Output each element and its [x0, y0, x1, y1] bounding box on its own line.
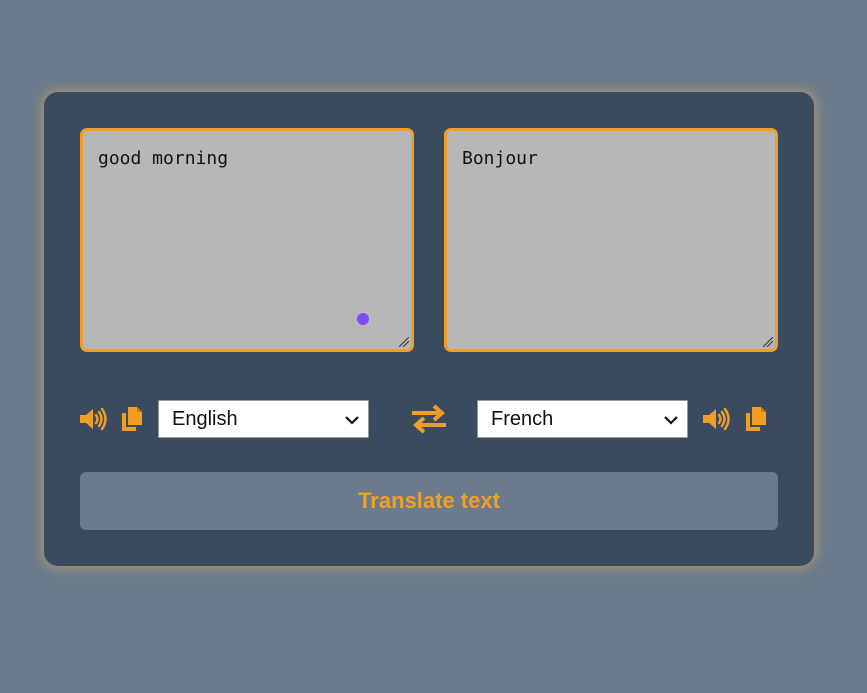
copy-icon: [746, 407, 766, 431]
source-speak-button[interactable]: [78, 404, 108, 434]
target-language-select[interactable]: French: [477, 400, 688, 438]
mouse-cursor-dot: [357, 313, 369, 325]
swap-languages-button[interactable]: [410, 404, 448, 434]
source-language-value: English: [172, 407, 238, 430]
source-language-select[interactable]: English: [158, 400, 369, 438]
resize-grip-icon[interactable]: [763, 337, 773, 347]
source-copy-button[interactable]: [117, 404, 147, 434]
target-text: Bonjour: [462, 148, 538, 169]
volume-icon: [80, 407, 107, 431]
translate-button[interactable]: Translate text: [80, 472, 778, 530]
exchange-icon: [412, 404, 446, 434]
volume-icon: [703, 407, 730, 431]
source-text: good morning: [98, 148, 229, 169]
chevron-down-icon: [664, 416, 678, 425]
chevron-down-icon: [345, 416, 359, 425]
target-language-value: French: [491, 407, 554, 430]
resize-grip-icon[interactable]: [399, 337, 409, 347]
language-controls: English French: [44, 400, 814, 438]
target-copy-button[interactable]: [741, 404, 771, 434]
translator-card: good morning Bonjour English French Tran…: [44, 92, 814, 566]
target-text-area[interactable]: Bonjour: [444, 128, 778, 352]
target-speak-button[interactable]: [701, 404, 731, 434]
translate-button-label: Translate text: [358, 488, 500, 513]
copy-icon: [122, 407, 142, 431]
source-text-area[interactable]: good morning: [80, 128, 414, 352]
